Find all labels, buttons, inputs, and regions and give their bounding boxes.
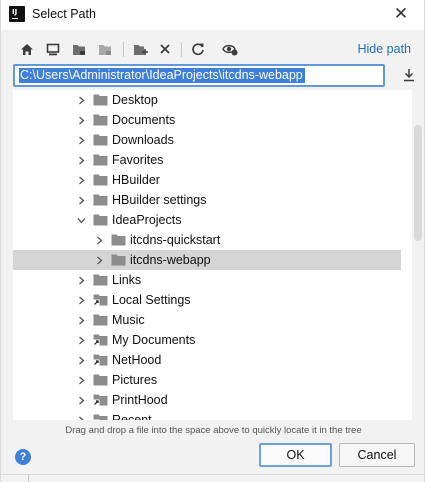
folder-icon: [93, 114, 108, 126]
tree-row[interactable]: IdeaProjects: [13, 210, 401, 230]
tree-scrollbar[interactable]: [414, 125, 422, 241]
tree-row-label: My Documents: [112, 333, 196, 347]
chevron-right-icon[interactable]: [74, 350, 88, 370]
path-text-selected: C:\Users\Administrator\IdeaProjects\itcd…: [19, 68, 305, 83]
folder-shortcut-icon: [93, 294, 108, 306]
close-icon[interactable]: ✕: [390, 3, 412, 25]
intellij-logo-icon: IJ: [9, 6, 25, 22]
chevron-right-icon[interactable]: [74, 370, 88, 390]
toolbar: [15, 38, 275, 60]
tree-row[interactable]: NetHood: [13, 350, 401, 370]
chevron-right-icon[interactable]: [74, 110, 88, 130]
tree-row[interactable]: Pictures: [13, 370, 401, 390]
new-folder-icon[interactable]: [130, 38, 150, 60]
hide-path-link[interactable]: Hide path: [357, 42, 411, 56]
tree-row-label: Downloads: [112, 133, 174, 147]
drag-drop-hint: Drag and drop a file into the space abov…: [65, 425, 362, 436]
chevron-right-icon[interactable]: [74, 330, 88, 350]
chevron-down-icon[interactable]: [74, 210, 88, 230]
folder-shortcut-icon: [93, 394, 108, 406]
chevron-right-icon[interactable]: [74, 150, 88, 170]
chevron-right-icon[interactable]: [74, 130, 88, 150]
select-path-dialog: IJ Select Path ✕ Hide path C:\Users\Admi…: [0, 0, 425, 482]
folder-icon: [111, 234, 126, 246]
help-icon[interactable]: ?: [15, 449, 31, 465]
tree-row[interactable]: Documents: [13, 110, 401, 130]
tree-row[interactable]: HBuilder settings: [13, 190, 401, 210]
folder-icon: [93, 174, 108, 186]
tree-row[interactable]: Music: [13, 310, 401, 330]
folder-icon: [93, 214, 108, 226]
tree-row-label: itcdns-quickstart: [130, 233, 221, 247]
tree-row[interactable]: itcdns-webapp: [13, 250, 401, 270]
folder-shortcut-icon: [93, 414, 108, 420]
tree-row-label: PrintHood: [112, 393, 168, 407]
chevron-right-icon[interactable]: [74, 190, 88, 210]
tree-row-label: Desktop: [112, 93, 158, 107]
tree-row-label: Music: [112, 313, 145, 327]
tree-row[interactable]: Downloads: [13, 130, 401, 150]
delete-icon[interactable]: [155, 38, 175, 60]
module-folder-icon[interactable]: [95, 38, 115, 60]
desktop-icon[interactable]: [43, 38, 63, 60]
project-folder-icon[interactable]: [69, 38, 89, 60]
toolbar-separator: [181, 42, 182, 57]
window-title: Select Path: [32, 7, 96, 21]
folder-icon: [93, 154, 108, 166]
tree-row[interactable]: Favorites: [13, 150, 401, 170]
status-divider: [1, 474, 425, 475]
tree-row[interactable]: Recent: [13, 410, 401, 420]
status-divider-tick: [28, 474, 29, 482]
tree-row-label: Favorites: [112, 153, 164, 167]
tree-row-label: itcdns-webapp: [130, 253, 211, 267]
chevron-right-icon[interactable]: [74, 170, 88, 190]
chevron-right-icon[interactable]: [74, 270, 88, 290]
tree-row-label: Pictures: [112, 373, 158, 387]
chevron-right-icon[interactable]: [74, 90, 88, 110]
folder-shortcut-icon: [93, 354, 108, 366]
folder-icon: [93, 314, 108, 326]
path-row: C:\Users\Administrator\IdeaProjects\itcd…: [13, 64, 417, 88]
show-hidden-icon[interactable]: [220, 38, 240, 60]
tree-row[interactable]: Links: [13, 270, 401, 290]
folder-icon: [93, 194, 108, 206]
tree-row[interactable]: My Documents: [13, 330, 401, 350]
file-tree[interactable]: Desktop Documents Downloads Favorites HBuild…: [13, 90, 412, 420]
home-icon[interactable]: [17, 38, 37, 60]
path-input[interactable]: C:\Users\Administrator\IdeaProjects\itcd…: [13, 64, 385, 87]
toolbar-separator: [123, 42, 124, 57]
tree-row[interactable]: HBuilder: [13, 170, 401, 190]
title-bar[interactable]: IJ Select Path ✕: [1, 0, 424, 30]
tree-row-label: Documents: [112, 113, 176, 127]
tree-row[interactable]: itcdns-quickstart: [13, 230, 401, 250]
chevron-right-icon[interactable]: [74, 310, 88, 330]
folder-icon: [93, 374, 108, 386]
chevron-right-icon[interactable]: [74, 390, 88, 410]
tree-row-label: HBuilder: [112, 173, 160, 187]
chevron-right-icon[interactable]: [92, 230, 106, 250]
tree-row-label: HBuilder settings: [112, 193, 207, 207]
tree-row[interactable]: Local Settings: [13, 290, 401, 310]
ok-button[interactable]: OK: [259, 443, 332, 467]
chevron-right-icon[interactable]: [74, 290, 88, 310]
tree-row-label: Local Settings: [112, 293, 191, 307]
folder-icon: [93, 274, 108, 286]
refresh-icon[interactable]: [188, 38, 208, 60]
folder-shortcut-icon: [93, 334, 108, 346]
folder-icon: [93, 134, 108, 146]
tree-row-label: IdeaProjects: [112, 213, 182, 227]
download-icon[interactable]: [401, 67, 417, 83]
folder-icon: [93, 94, 108, 106]
chevron-right-icon[interactable]: [92, 250, 106, 270]
folder-icon: [111, 254, 126, 266]
cancel-button[interactable]: Cancel: [339, 443, 415, 467]
tree-row-label: NetHood: [112, 353, 162, 367]
tree-row[interactable]: PrintHood: [13, 390, 401, 410]
tree-row-label: Links: [112, 273, 142, 287]
tree-row-label: Recent: [112, 413, 152, 420]
chevron-right-icon[interactable]: [74, 410, 88, 420]
tree-row[interactable]: Desktop: [13, 90, 401, 110]
